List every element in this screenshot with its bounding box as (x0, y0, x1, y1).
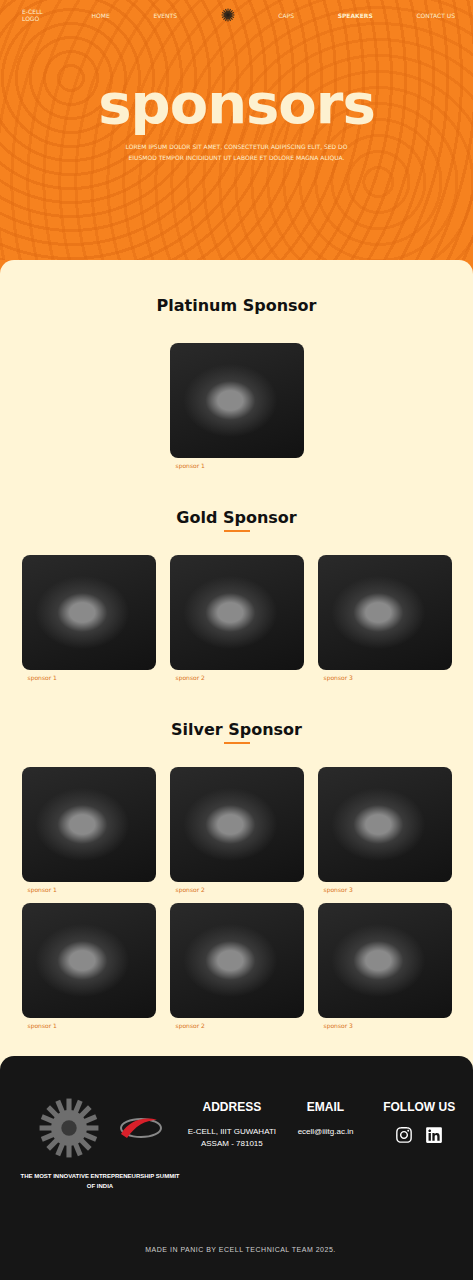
nav-logo[interactable]: E-CELL LOGO (22, 8, 48, 22)
sponsor-name: sponsor 3 (318, 885, 452, 895)
address-line: ASSAM - 781015 (201, 1138, 263, 1150)
sponsor-image (22, 555, 156, 670)
sponsor-image (318, 555, 452, 670)
sponsor-name: sponsor 3 (318, 1021, 452, 1031)
email-title: EMAIL (307, 1100, 344, 1114)
footer-brand: THE MOST INNOVATIVE ENTREPRENEURSHIP SUM… (20, 1096, 180, 1191)
footer-credit: MADE IN PANIC BY ECELL TECHNICAL TEAM 20… (20, 1246, 461, 1253)
underline-slot (224, 316, 250, 322)
linkedin-icon[interactable] (425, 1126, 443, 1144)
sponsor-card[interactable]: sponsor 2 (170, 903, 304, 1031)
sponsor-image (170, 343, 304, 458)
sponsor-name: sponsor 3 (318, 673, 452, 683)
instagram-link[interactable] (395, 1126, 413, 1144)
page: E-CELL LOGO HOME EVENTS CAPS SPEAKERS CONTACT… (0, 0, 473, 1280)
sponsor-tier: Gold Sponsor sponsor 1 sponsor 2 sponsor 3 (0, 508, 473, 683)
sponsor-card[interactable]: sponsor 1 (22, 767, 156, 895)
sponsor-card[interactable]: sponsor 1 (22, 555, 156, 683)
sponsor-card[interactable]: sponsor 1 (22, 903, 156, 1031)
sponsor-image (318, 903, 452, 1018)
sponsor-name: sponsor 1 (22, 885, 156, 895)
sponsor-image (318, 767, 452, 882)
nav-link[interactable]: CAPS (278, 12, 294, 19)
sponsor-image (170, 767, 304, 882)
sponsor-name: sponsor 1 (170, 461, 304, 471)
instagram-icon[interactable] (395, 1126, 413, 1144)
sponsor-tier: Platinum Sponsor sponsor 1 (0, 296, 473, 471)
sponsor-name: sponsor 1 (22, 1021, 156, 1031)
social-icons (395, 1126, 443, 1144)
sponsors-content: Platinum Sponsor sponsor 1 Gold Sponsor spo… (0, 260, 473, 1280)
sponsor-name: sponsor 1 (22, 673, 156, 683)
address-title: ADDRESS (202, 1100, 261, 1114)
tier-title: Silver Sponsor (171, 720, 302, 740)
email-address[interactable]: ecell@iiitg.ac.in (298, 1126, 354, 1138)
footer-tagline: THE MOST INNOVATIVE ENTREPRENEURSHIP SUM… (20, 1172, 180, 1191)
sponsor-name: sponsor 2 (170, 885, 304, 895)
address-line: E-CELL, IIIT GUWAHATI (188, 1126, 276, 1138)
sponsor-card[interactable]: sponsor 2 (170, 555, 304, 683)
sponsor-grid: sponsor 1 sponsor 2 sponsor 3 sponsor 1 spon… (22, 767, 452, 1031)
nav-link[interactable]: HOME (92, 12, 110, 19)
follow-title: FOLLOW US (383, 1100, 455, 1114)
sponsor-card[interactable]: sponsor 2 (170, 767, 304, 895)
sponsor-grid: sponsor 1 (22, 343, 452, 471)
ecell-logo-icon (115, 1110, 163, 1146)
sponsor-card[interactable]: sponsor 3 (318, 767, 452, 895)
footer-logos (37, 1096, 163, 1160)
sponsor-name: sponsor 2 (170, 1021, 304, 1031)
address-column: ADDRESS E-CELL, IIIT GUWAHATIASSAM - 7810… (190, 1096, 274, 1150)
sponsor-image (22, 903, 156, 1018)
linkedin-link[interactable] (425, 1126, 443, 1144)
sponsor-tier: Silver Sponsorsponsor 1sponsor 2sponsor … (0, 720, 473, 1031)
tier-title: Platinum Sponsor (157, 296, 317, 316)
footer-top: THE MOST INNOVATIVE ENTREPRENEURSHIP SUM… (20, 1096, 461, 1191)
nav-link[interactable]: SPEAKERS (338, 12, 373, 19)
sponsor-card[interactable]: sponsor 1 (170, 343, 304, 471)
hero: E-CELL LOGO HOME EVENTS CAPS SPEAKERS CONTACT… (0, 0, 473, 260)
underline-slot (224, 740, 250, 746)
summit-logo-icon (37, 1096, 101, 1160)
sponsor-card[interactable]: sponsor 3 (318, 555, 452, 683)
tier-underline (224, 318, 250, 320)
email-column: EMAIL ecell@iiitg.ac.in (284, 1096, 368, 1138)
tier-title: Gold Sponsor (176, 508, 296, 528)
sponsor-image (22, 767, 156, 882)
hero-subtitle: LOREM IPSUM DOLOR SIT AMET, CONSECTETUR … (124, 142, 349, 162)
hero-title: sponsors (98, 76, 375, 132)
center-logo-icon (221, 8, 235, 22)
nav-link[interactable]: CONTACT US (416, 12, 455, 19)
underline-slot (224, 528, 250, 534)
nav-link[interactable]: EVENTS (153, 12, 177, 19)
footer: THE MOST INNOVATIVE ENTREPRENEURSHIP SUM… (0, 1056, 473, 1280)
tier-underline (224, 530, 250, 532)
sponsor-name: sponsor 2 (170, 673, 304, 683)
sponsor-image (170, 555, 304, 670)
sponsor-card[interactable]: sponsor 3 (318, 903, 452, 1031)
sponsor-image (170, 903, 304, 1018)
follow-column: FOLLOW US (377, 1096, 461, 1144)
navbar: E-CELL LOGO HOME EVENTS CAPS SPEAKERS CONTACT… (0, 0, 473, 22)
tier-underline (224, 742, 250, 744)
sponsor-grid: sponsor 1 sponsor 2 sponsor 3 (22, 555, 452, 683)
